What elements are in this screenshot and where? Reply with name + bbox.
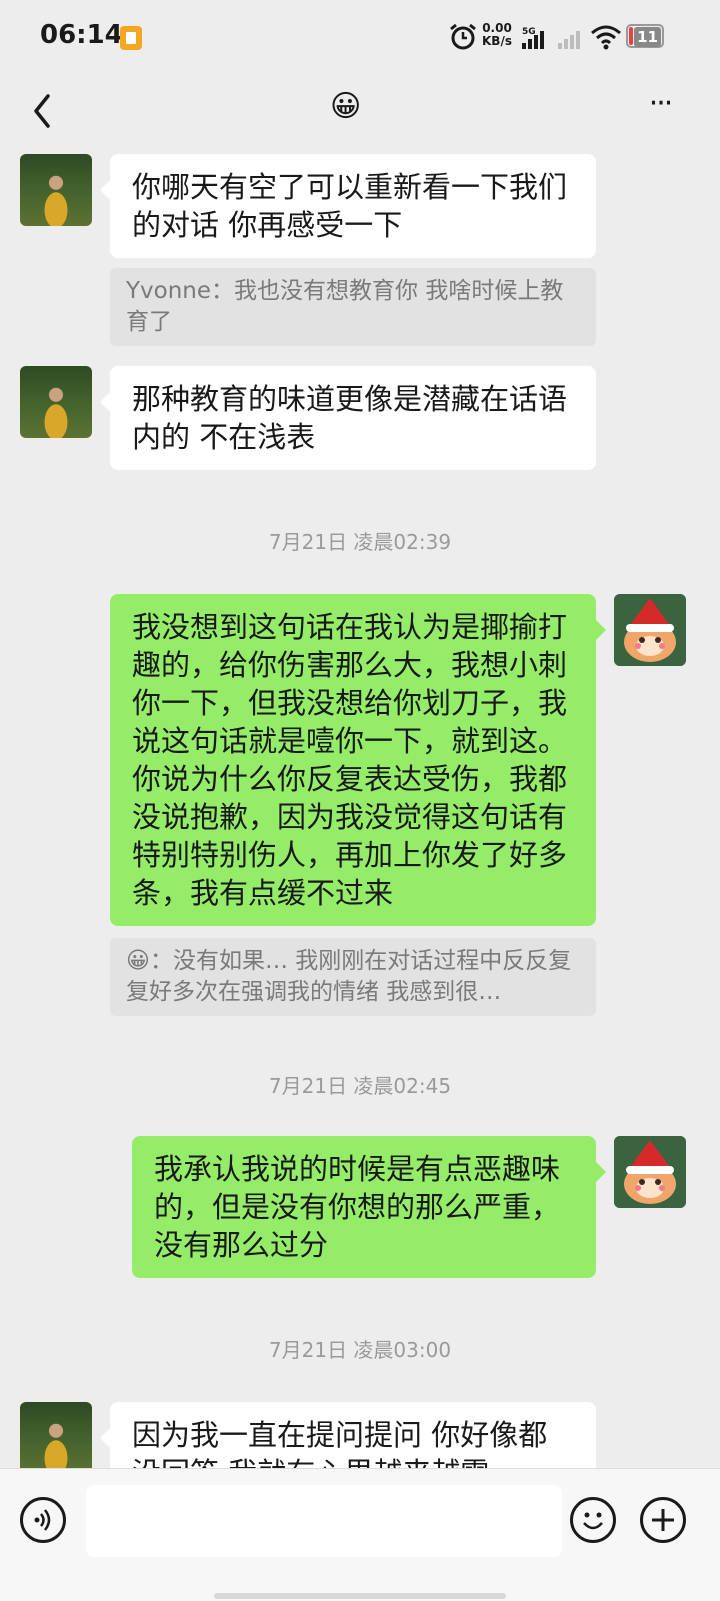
quoted-message[interactable]: Yvonne：我也没有想教育你 我啥时候上教育了: [110, 268, 596, 346]
network-speed: 0.00 KB/s: [482, 22, 512, 48]
quoted-text: Yvonne：我也没有想教育你 我啥时候上教育了: [126, 278, 564, 335]
signal-label: 5G: [522, 27, 536, 37]
my-avatar[interactable]: [614, 594, 686, 666]
emoji-icon: [583, 1512, 603, 1530]
notification-icon: [120, 26, 142, 50]
home-indicator: [214, 1593, 506, 1599]
message-bubble-incoming[interactable]: 那种教育的味道更像是潜藏在话语内的 不在浅表: [100, 366, 596, 470]
message-text: 因为我一直在提问提问 你好像都没回答 我就有心里越来越需: [132, 1418, 548, 1468]
alarm-icon: [450, 23, 476, 50]
contact-avatar[interactable]: [20, 154, 92, 226]
quoted-emoji: 😀: [126, 948, 150, 974]
status-time: 06:14: [40, 20, 123, 50]
contact-avatar[interactable]: [20, 1402, 92, 1468]
chat-title-emoji: 😀: [330, 89, 362, 124]
my-avatar[interactable]: [614, 1136, 686, 1208]
network-speed-unit: KB/s: [482, 34, 512, 48]
contact-avatar[interactable]: [20, 366, 92, 438]
message-bubble-incoming[interactable]: 因为我一直在提问提问 你好像都没回答 我就有心里越来越需: [100, 1402, 596, 1468]
signal-5g-icon: 5G: [522, 27, 544, 49]
message-input[interactable]: [86, 1485, 562, 1557]
wifi-icon: [591, 25, 621, 50]
cat-avatar-icon: [614, 1136, 686, 1208]
chat-header: 😀 ···: [0, 76, 720, 148]
quoted-text: ：没有如果… 我刚刚在对话过程中反反复复好多次在强调我的情绪 我感到很…: [126, 948, 572, 1005]
cat-avatar-icon: [614, 594, 686, 666]
message-bubble-incoming[interactable]: 你哪天有空了可以重新看一下我们的对话 你再感受一下: [100, 154, 596, 258]
battery-level: 11: [634, 27, 661, 47]
plus-button[interactable]: [640, 1497, 686, 1543]
message-text: 那种教育的味道更像是潜藏在话语内的 不在浅表: [132, 382, 568, 454]
timestamp: 7月21日 凌晨02:45: [268, 1074, 452, 1098]
back-button[interactable]: [24, 86, 64, 136]
more-button[interactable]: ···: [640, 89, 680, 122]
timestamp: 7月21日 凌晨02:39: [268, 530, 452, 554]
message-text: 我没想到这句话在我认为是揶揄打趣的，给你伤害那么大，我想小刺你一下，但我没想给你…: [132, 610, 568, 910]
message-list[interactable]: 你哪天有空了可以重新看一下我们的对话 你再感受一下 Yvonne：我也没有想教育…: [0, 148, 720, 1468]
signal-secondary-icon: [558, 31, 580, 49]
quoted-message[interactable]: 😀：没有如果… 我刚刚在对话过程中反反复复好多次在强调我的情绪 我感到很…: [110, 938, 596, 1016]
emoji-button[interactable]: [570, 1497, 616, 1543]
status-bar: 06:14 0.00 KB/s 5G 11: [0, 0, 720, 76]
plus-icon: [652, 1509, 674, 1531]
message-text: 我承认我说的时候是有点恶趣味的，但是没有你想的那么严重，没有那么过分: [154, 1152, 561, 1262]
input-bar: [0, 1468, 720, 1601]
message-bubble-outgoing[interactable]: 我承认我说的时候是有点恶趣味的，但是没有你想的那么严重，没有那么过分: [132, 1136, 606, 1278]
battery-icon: 11: [626, 24, 664, 48]
voice-icon: [34, 1509, 51, 1531]
message-bubble-outgoing[interactable]: 我没想到这句话在我认为是揶揄打趣的，给你伤害那么大，我想小刺你一下，但我没想给你…: [110, 594, 606, 926]
timestamp: 7月21日 凌晨03:00: [268, 1338, 452, 1362]
message-text: 你哪天有空了可以重新看一下我们的对话 你再感受一下: [132, 170, 568, 242]
voice-button[interactable]: [20, 1497, 66, 1543]
